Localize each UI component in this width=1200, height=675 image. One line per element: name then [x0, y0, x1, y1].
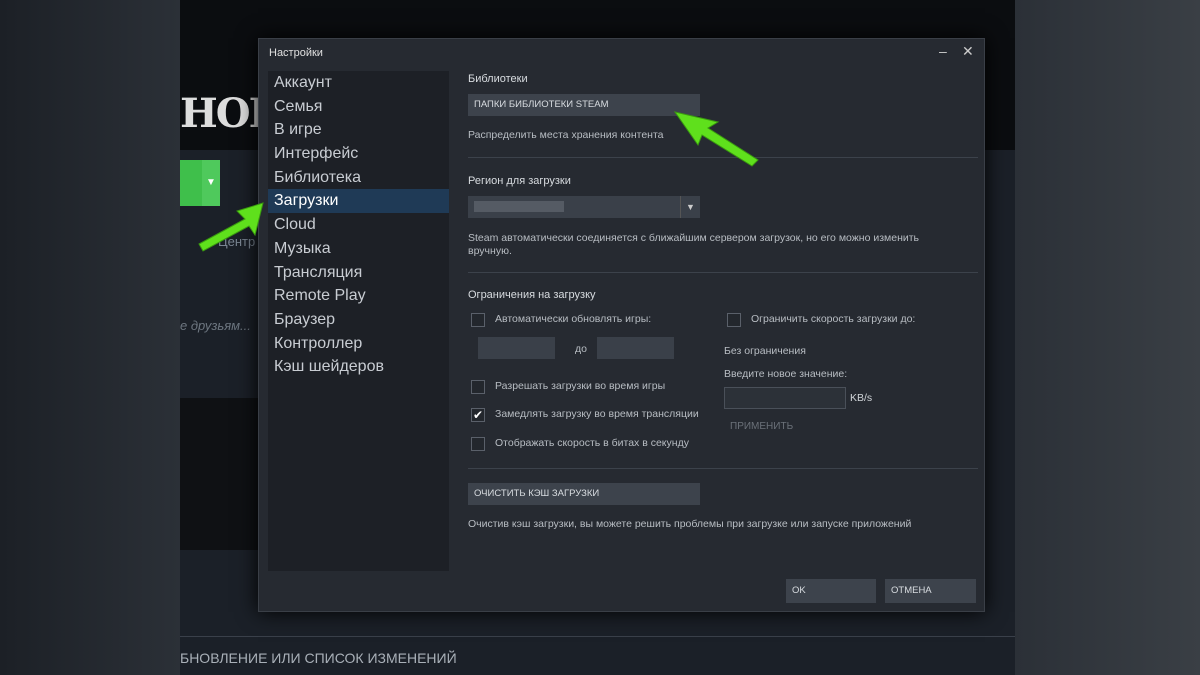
- apply-button[interactable]: ПРИМЕНИТЬ: [730, 421, 793, 432]
- blurred-background-right: [1015, 0, 1200, 675]
- chevron-down-icon: ▼: [680, 196, 700, 218]
- auto-update-from-input[interactable]: [478, 337, 555, 359]
- library-folders-button[interactable]: ПАПКИ БИБЛИОТЕКИ STEAM: [468, 94, 700, 116]
- divider: [468, 157, 978, 158]
- region-value-blurred: [474, 201, 564, 212]
- nav-library[interactable]: Библиотека: [268, 166, 449, 190]
- to-label: до: [575, 343, 587, 355]
- limits-heading: Ограничения на загрузку: [468, 289, 596, 301]
- chevron-down-icon[interactable]: ▼: [202, 160, 220, 206]
- libraries-heading: Библиотеки: [468, 73, 528, 85]
- region-select[interactable]: ▼: [468, 196, 700, 218]
- blurred-background-left: [0, 0, 180, 675]
- enter-value-label: Введите новое значение:: [724, 368, 848, 380]
- friends-hint: е друзьям...: [180, 318, 251, 333]
- changes-heading: БНОВЛЕНИЕ ИЛИ СПИСОК ИЗМЕНЕНИЙ: [180, 650, 457, 666]
- nav-shader-cache[interactable]: Кэш шейдеров: [268, 355, 449, 379]
- nav-account[interactable]: Аккаунт: [268, 71, 449, 95]
- nav-controller[interactable]: Контроллер: [268, 332, 449, 356]
- auto-update-to-input[interactable]: [597, 337, 674, 359]
- dialog-title: Настройки: [269, 47, 323, 59]
- divider: [180, 636, 1015, 637]
- screenshot-thumbnail: [180, 398, 260, 550]
- region-heading: Регион для загрузки: [468, 175, 571, 187]
- clear-download-cache-button[interactable]: ОЧИСТИТЬ КЭШ ЗАГРУЗКИ: [468, 483, 700, 505]
- nav-interface[interactable]: Интерфейс: [268, 142, 449, 166]
- divider: [468, 272, 978, 273]
- throttle-broadcast-checkbox[interactable]: ✔: [471, 408, 485, 422]
- divider: [468, 468, 978, 469]
- settings-nav: Аккаунт Семья В игре Интерфейс Библиотек…: [268, 71, 449, 571]
- bits-per-second-checkbox[interactable]: [471, 437, 485, 451]
- speed-limit-input[interactable]: [724, 387, 846, 409]
- allow-during-game-label: Разрешать загрузки во время игры: [495, 380, 666, 392]
- unit-label: KB/s: [850, 392, 873, 404]
- cache-desc: Очистив кэш загрузки, вы можете решить п…: [468, 518, 912, 530]
- nav-music[interactable]: Музыка: [268, 237, 449, 261]
- close-icon[interactable]: ✕: [962, 43, 974, 60]
- nav-in-game[interactable]: В игре: [268, 118, 449, 142]
- play-button[interactable]: ▼: [180, 160, 220, 206]
- nav-family[interactable]: Семья: [268, 95, 449, 119]
- minimize-icon[interactable]: –: [939, 43, 947, 59]
- nav-cloud[interactable]: Cloud: [268, 213, 449, 237]
- cancel-button[interactable]: ОТМЕНА: [885, 579, 976, 603]
- auto-update-checkbox[interactable]: [471, 313, 485, 327]
- limit-speed-checkbox[interactable]: [727, 313, 741, 327]
- nav-browser[interactable]: Браузер: [268, 308, 449, 332]
- settings-dialog: Настройки – ✕ Аккаунт Семья В игре Интер…: [258, 38, 985, 612]
- nav-remote-play[interactable]: Remote Play: [268, 284, 449, 308]
- auto-update-label: Автоматически обновлять игры:: [495, 313, 652, 325]
- nav-centr[interactable]: Центр: [218, 234, 255, 249]
- region-desc: Steam автоматически соединяется с ближай…: [468, 232, 920, 257]
- no-limit-text: Без ограничения: [724, 345, 806, 357]
- throttle-broadcast-label: Замедлять загрузку во время трансляции: [495, 408, 699, 420]
- libraries-desc: Распределить места хранения контента: [468, 129, 664, 141]
- limit-speed-label: Ограничить скорость загрузки до:: [751, 313, 916, 325]
- nav-broadcast[interactable]: Трансляция: [268, 261, 449, 285]
- nav-downloads[interactable]: Загрузки: [268, 189, 449, 214]
- ok-button[interactable]: OK: [786, 579, 876, 603]
- bits-per-second-label: Отображать скорость в битах в секунду: [495, 437, 689, 449]
- allow-during-game-checkbox[interactable]: [471, 380, 485, 394]
